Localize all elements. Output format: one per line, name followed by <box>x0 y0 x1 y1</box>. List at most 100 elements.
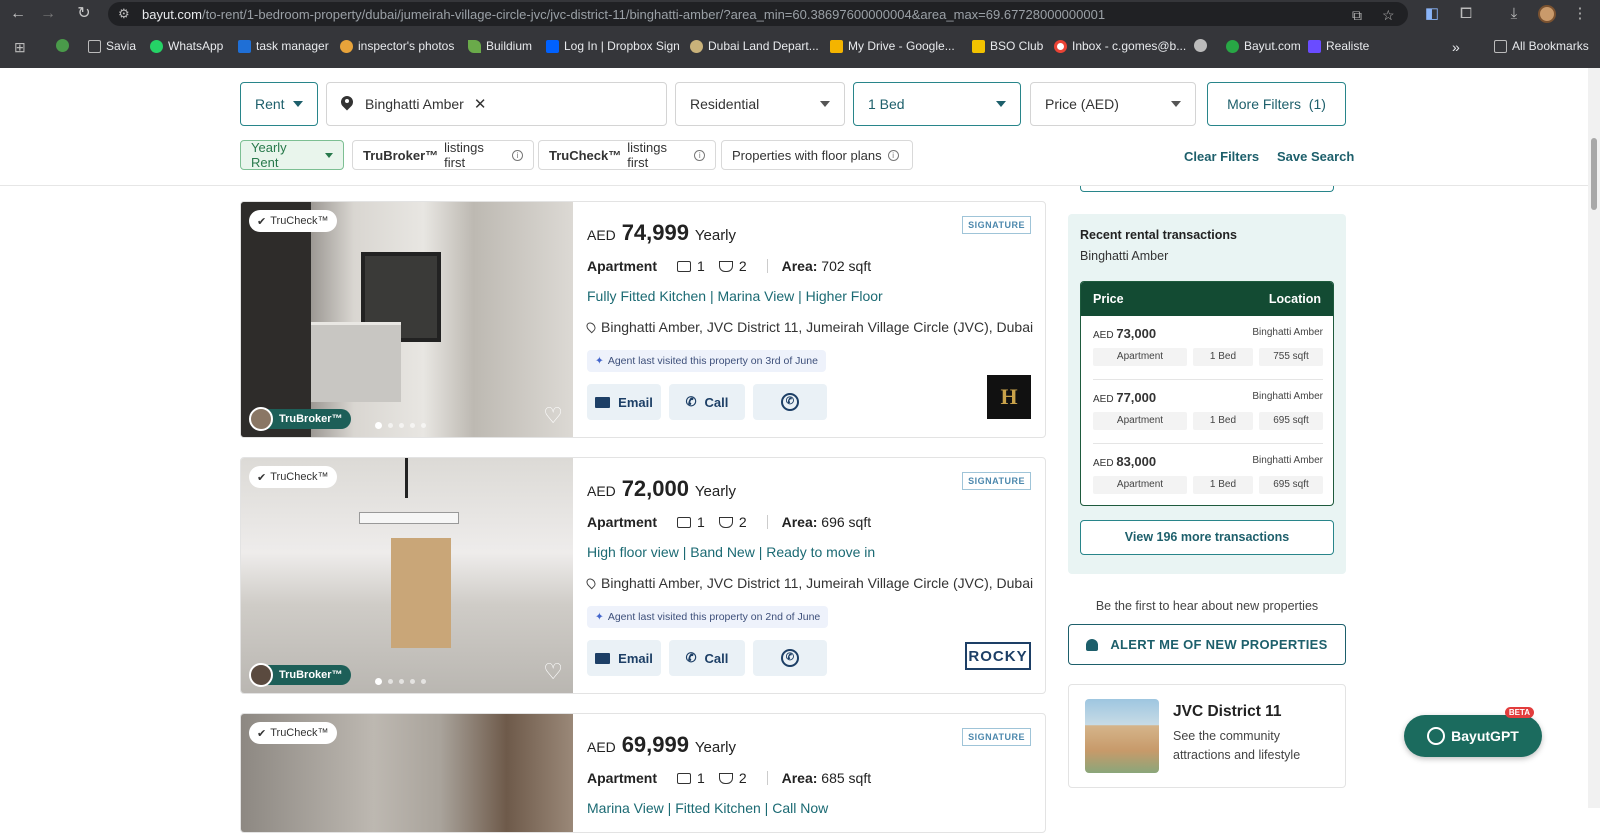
listing-headline[interactable]: High floor view | Band New | Ready to mo… <box>587 544 875 560</box>
call-button[interactable]: ✆ Call <box>669 640 745 676</box>
back-icon[interactable]: ← <box>8 4 28 24</box>
agency-logo[interactable]: ROCKY <box>965 642 1031 670</box>
chevron-down-icon <box>996 101 1006 107</box>
agency-logo[interactable]: H <box>987 375 1031 419</box>
community-title: JVC District 11 <box>1173 703 1282 720</box>
floorplans-toggle[interactable]: Properties with floor plans i <box>721 140 913 170</box>
info-icon[interactable]: i <box>512 149 523 161</box>
extensions-icon[interactable]: ⧠ <box>1456 4 1476 24</box>
whatsapp-button[interactable]: ✆ <box>753 384 827 420</box>
alert-new-properties-button[interactable]: ALERT ME OF NEW PROPERTIES <box>1068 624 1346 665</box>
photo-carousel-dots[interactable] <box>375 678 426 685</box>
signature-badge: SIGNATURE <box>962 728 1031 746</box>
more-bookmarks-icon[interactable]: » <box>1452 39 1460 55</box>
listing-price: AED 72,000 Yearly <box>587 476 737 501</box>
listing-headline[interactable]: Marina View | Fitted Kitchen | Call Now <box>587 800 828 816</box>
bookmark-buildium[interactable]: Buildium <box>468 39 532 53</box>
bookmark-dubai-land[interactable]: Dubai Land Depart... <box>690 39 819 53</box>
more-filters-button[interactable]: More Filters (1) <box>1207 82 1346 126</box>
trubroker-label: TruBroker™ <box>267 665 351 685</box>
listing-card[interactable]: ✔ TruCheck™ TruBroker™ ♡ AED 72,000 Yearl… <box>240 457 1046 694</box>
clear-filters-link[interactable]: Clear Filters <box>1184 149 1259 164</box>
community-image <box>1085 699 1159 773</box>
remove-location-icon[interactable]: ✕ <box>474 95 487 113</box>
bed-icon <box>677 260 692 272</box>
bookmark-whatsapp[interactable]: WhatsApp <box>150 39 223 53</box>
email-button[interactable]: Email <box>587 640 661 676</box>
view-more-transactions-button[interactable]: View 196 more transactions <box>1080 520 1334 555</box>
bookmark-realiste[interactable]: Realiste <box>1308 39 1369 53</box>
transaction-row[interactable]: AED 77,000 Binghatti Amber Apartment 1 B… <box>1093 380 1323 444</box>
bookmark-inspectors-photos[interactable]: inspector's photos <box>340 39 454 53</box>
page-scrollbar[interactable] <box>1588 68 1600 808</box>
bookmark-savia[interactable]: Savia <box>88 39 136 53</box>
ac-vent-shape <box>359 512 459 524</box>
info-icon[interactable]: i <box>694 149 705 161</box>
community-card[interactable]: JVC District 11 See the community attrac… <box>1068 684 1346 788</box>
bookmark-inbox[interactable]: Inbox - c.gomes@b... <box>1054 39 1186 53</box>
listing-card[interactable]: ✔ TruCheck™ TruBroker™ ♡ AED 74,999 Yearl… <box>240 201 1046 438</box>
bookmark-google-drive[interactable]: My Drive - Google... <box>830 39 955 53</box>
reload-icon[interactable]: ↻ <box>74 4 94 24</box>
chevron-down-icon <box>820 101 830 107</box>
purpose-dropdown[interactable]: Rent <box>240 82 318 126</box>
apps-icon[interactable]: ⊞ <box>14 39 26 56</box>
transactions-subtitle: Binghatti Amber <box>1080 249 1169 263</box>
listing-card[interactable]: ✔ TruCheck™ AED 69,999 Yearly SIGNATURE A… <box>240 713 1046 833</box>
listing-photo[interactable]: ✔ TruCheck™ <box>241 714 573 832</box>
install-icon[interactable]: ⧉ <box>1352 7 1362 24</box>
bookmark-google-icon[interactable] <box>56 39 69 52</box>
call-button[interactable]: ✆ Call <box>669 384 745 420</box>
photos-icon <box>340 39 353 53</box>
beds-value: 1 Bed <box>868 96 905 112</box>
location-search[interactable]: Binghatti Amber ✕ <box>326 82 667 126</box>
trucheck-label: TruCheck™ <box>549 147 622 163</box>
listing-photo[interactable]: ✔ TruCheck™ TruBroker™ ♡ <box>241 458 573 693</box>
whatsapp-icon: ✆ <box>781 649 799 667</box>
favorite-heart-icon[interactable]: ♡ <box>543 403 563 429</box>
bookmark-dropbox-sign[interactable]: Log In | Dropbox Sign <box>546 39 680 53</box>
email-button[interactable]: Email <box>587 384 661 420</box>
rent-frequency-dropdown[interactable]: Yearly Rent <box>240 140 344 170</box>
bookmark-task-manager[interactable]: task manager <box>238 39 329 53</box>
all-bookmarks[interactable]: All Bookmarks <box>1494 39 1589 53</box>
translate-icon[interactable]: ◧ <box>1422 4 1442 24</box>
listing-headline[interactable]: Fully Fitted Kitchen | Marina View | Hig… <box>587 288 883 304</box>
trubroker-toggle[interactable]: TruBroker™ listings first i <box>352 140 534 170</box>
scrollbar-thumb[interactable] <box>1591 138 1597 210</box>
bayutgpt-button[interactable]: BayutGPT BETA <box>1404 707 1542 757</box>
favorite-heart-icon[interactable]: ♡ <box>543 659 563 685</box>
transaction-row[interactable]: AED 83,000 Binghatti Amber Apartment 1 B… <box>1093 444 1323 505</box>
area-label: Area: <box>781 514 818 530</box>
whatsapp-icon <box>150 39 163 53</box>
listing-photo[interactable]: ✔ TruCheck™ TruBroker™ ♡ <box>241 202 573 437</box>
trucheck-suffix: listings first <box>627 140 667 170</box>
more-filters-count: (1) <box>1308 96 1326 112</box>
bookmark-globe[interactable] <box>1194 39 1207 52</box>
bath-icon <box>718 260 733 272</box>
trucheck-toggle[interactable]: TruCheck™ listings first i <box>538 140 716 170</box>
photo-carousel-dots[interactable] <box>375 422 426 429</box>
agent-visit-note: ✦ Agent last visited this property on 3rd… <box>587 350 826 372</box>
save-search-link[interactable]: Save Search <box>1277 149 1354 164</box>
info-icon[interactable]: i <box>887 149 899 161</box>
chatbot-icon <box>1427 727 1446 745</box>
whatsapp-button[interactable]: ✆ <box>753 640 827 676</box>
bookmark-bso-club[interactable]: BSO Club <box>972 39 1043 53</box>
site-info-icon[interactable]: ⚙ <box>118 6 130 22</box>
transaction-row[interactable]: AED 73,000 Binghatti Amber Apartment 1 B… <box>1093 316 1323 380</box>
agent-badge[interactable]: TruBroker™ <box>249 407 351 431</box>
area-label: Area: <box>781 258 818 274</box>
beds-dropdown[interactable]: 1 Bed <box>853 82 1021 126</box>
price-dropdown[interactable]: Price (AED) <box>1030 82 1196 126</box>
forward-icon[interactable]: → <box>38 4 58 24</box>
bookmark-star-icon[interactable]: ☆ <box>1382 7 1395 24</box>
category-dropdown[interactable]: Residential <box>675 82 845 126</box>
profile-avatar[interactable] <box>1538 5 1556 23</box>
menu-icon[interactable]: ⋮ <box>1570 4 1590 24</box>
agent-badge[interactable]: TruBroker™ <box>249 663 351 687</box>
address-bar[interactable]: ⚙ bayut.com/to-rent/1-bedroom-property/d… <box>108 2 1408 26</box>
download-icon[interactable]: ⤓ <box>1504 4 1524 24</box>
listing-price: AED 69,999 Yearly <box>587 732 737 757</box>
bookmark-bayut[interactable]: Bayut.com <box>1226 39 1301 53</box>
